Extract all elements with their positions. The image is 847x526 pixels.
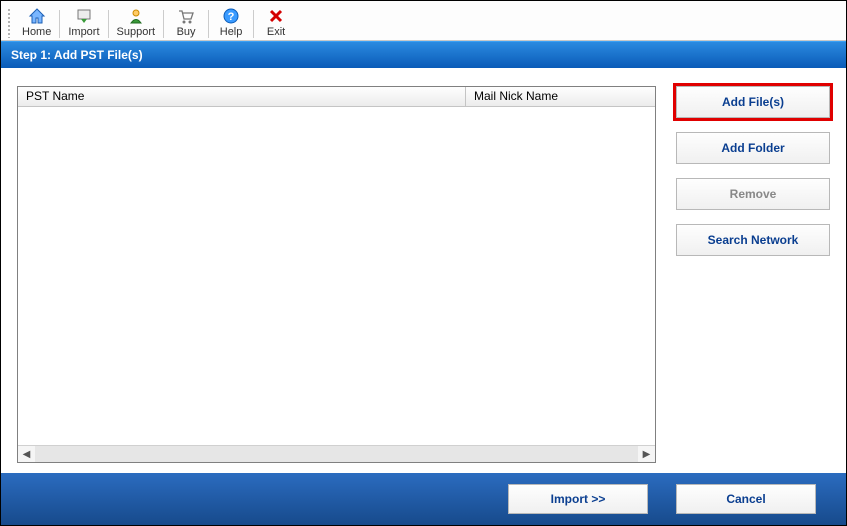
toolbar-support[interactable]: Support [111, 7, 162, 38]
pst-table: PST Name Mail Nick Name ◀ ▶ [17, 86, 656, 463]
toolbar-help[interactable]: ? Help [211, 7, 251, 38]
toolbar-separator [253, 10, 254, 38]
toolbar-label: Help [220, 26, 243, 38]
import-icon [75, 7, 93, 25]
column-header-mail-nick[interactable]: Mail Nick Name [466, 87, 655, 106]
add-folder-button[interactable]: Add Folder [676, 132, 830, 164]
cancel-button[interactable]: Cancel [676, 484, 816, 514]
toolbar-home[interactable]: Home [16, 7, 57, 38]
toolbar-buy[interactable]: Buy [166, 7, 206, 38]
step-title: Step 1: Add PST File(s) [11, 48, 143, 62]
remove-button[interactable]: Remove [676, 178, 830, 210]
toolbar-label: Buy [177, 26, 196, 38]
toolbar-label: Exit [267, 26, 285, 38]
scroll-track[interactable] [35, 446, 638, 462]
toolbar-label: Home [22, 26, 51, 38]
exit-icon [267, 7, 285, 25]
support-icon [127, 7, 145, 25]
home-icon [28, 7, 46, 25]
scroll-left-icon[interactable]: ◀ [18, 446, 35, 462]
table-header: PST Name Mail Nick Name [18, 87, 655, 107]
search-network-button[interactable]: Search Network [676, 224, 830, 256]
side-panel: Add File(s) Add Folder Remove Search Net… [676, 86, 830, 463]
add-files-button[interactable]: Add File(s) [676, 86, 830, 118]
toolbar-import[interactable]: Import [62, 7, 105, 38]
table-body [18, 107, 655, 445]
scroll-right-icon[interactable]: ▶ [638, 446, 655, 462]
content-area: PST Name Mail Nick Name ◀ ▶ Add File(s) … [1, 68, 846, 473]
help-icon: ? [222, 7, 240, 25]
toolbar-label: Import [68, 26, 99, 38]
step-title-bar: Step 1: Add PST File(s) [1, 41, 846, 68]
toolbar-separator [108, 10, 109, 38]
toolbar-separator [59, 10, 60, 38]
toolbar-separator [208, 10, 209, 38]
import-button[interactable]: Import >> [508, 484, 648, 514]
toolbar-grip [7, 8, 12, 38]
svg-text:?: ? [228, 11, 235, 23]
toolbar-label: Support [117, 26, 156, 38]
footer-bar: Import >> Cancel [1, 473, 846, 525]
cart-icon [177, 7, 195, 25]
toolbar-exit[interactable]: Exit [256, 7, 296, 38]
toolbar: Home Import Support Buy [1, 1, 846, 41]
horizontal-scrollbar[interactable]: ◀ ▶ [18, 445, 655, 462]
toolbar-separator [163, 10, 164, 38]
column-header-pst-name[interactable]: PST Name [18, 87, 466, 106]
